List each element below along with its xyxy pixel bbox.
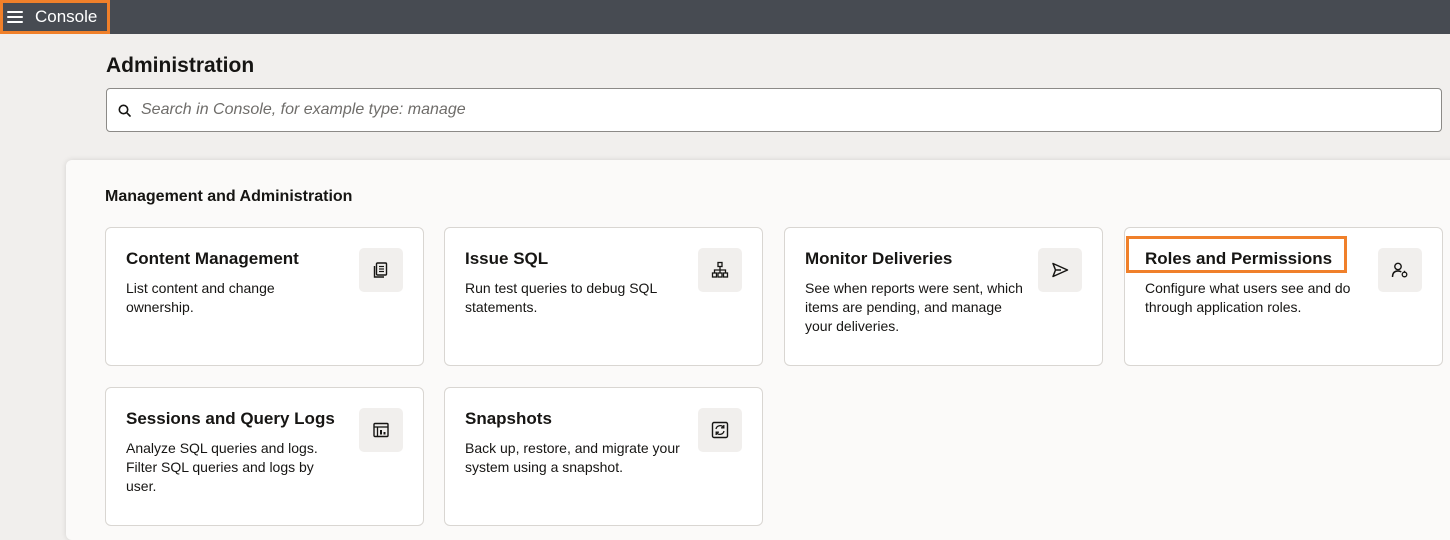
card-description: Back up, restore, and migrate your syste… — [465, 440, 680, 475]
documents-icon — [373, 262, 388, 278]
card-issue-sql[interactable]: Issue SQL Run test queries to debug SQL … — [444, 227, 763, 366]
card-description: Analyze SQL queries and logs. Filter SQL… — [126, 440, 318, 494]
search-input[interactable] — [139, 100, 1423, 120]
card-roles-and-permissions[interactable]: Roles and Permissions Configure what use… — [1124, 227, 1443, 366]
send-icon — [1052, 262, 1069, 278]
card-description: See when reports were sent, which items … — [805, 280, 1023, 334]
navigation-menu-button[interactable]: Console — [0, 0, 110, 34]
card-icon-button[interactable] — [698, 248, 742, 292]
section-title: Management and Administration — [105, 188, 353, 205]
hierarchy-icon — [711, 261, 729, 278]
search-box[interactable] — [106, 88, 1442, 132]
card-icon-button[interactable] — [1378, 248, 1422, 292]
report-log-icon — [373, 422, 389, 438]
card-sessions-and-query-logs[interactable]: Sessions and Query Logs Analyze SQL quer… — [105, 387, 424, 526]
card-icon-button[interactable] — [359, 408, 403, 452]
card-content-management[interactable]: Content Management List content and chan… — [105, 227, 424, 366]
card-title: Content Management — [126, 249, 299, 268]
card-title: Sessions and Query Logs — [126, 409, 335, 428]
card-title: Snapshots — [465, 409, 552, 428]
snapshot-icon — [711, 421, 729, 439]
card-title: Issue SQL — [465, 249, 549, 268]
card-icon-button[interactable] — [698, 408, 742, 452]
card-description: List content and change ownership. — [126, 280, 275, 315]
card-description: Run test queries to debug SQL statements… — [465, 280, 657, 315]
app-title: Console — [35, 7, 98, 26]
hamburger-menu-icon — [7, 10, 25, 24]
card-title: Roles and Permissions — [1145, 249, 1333, 268]
user-settings-icon — [1391, 262, 1408, 278]
card-icon-button[interactable] — [359, 248, 403, 292]
card-description: Configure what users see and do through … — [1145, 280, 1351, 315]
card-monitor-deliveries[interactable]: Monitor Deliveries See when reports were… — [784, 227, 1103, 366]
card-title: Monitor Deliveries — [805, 249, 953, 268]
card-snapshots[interactable]: Snapshots Back up, restore, and migrate … — [444, 387, 763, 526]
top-bar: Console — [0, 0, 1450, 34]
card-icon-button[interactable] — [1038, 248, 1082, 292]
search-icon — [118, 104, 131, 117]
page-title: Administration — [106, 54, 255, 77]
